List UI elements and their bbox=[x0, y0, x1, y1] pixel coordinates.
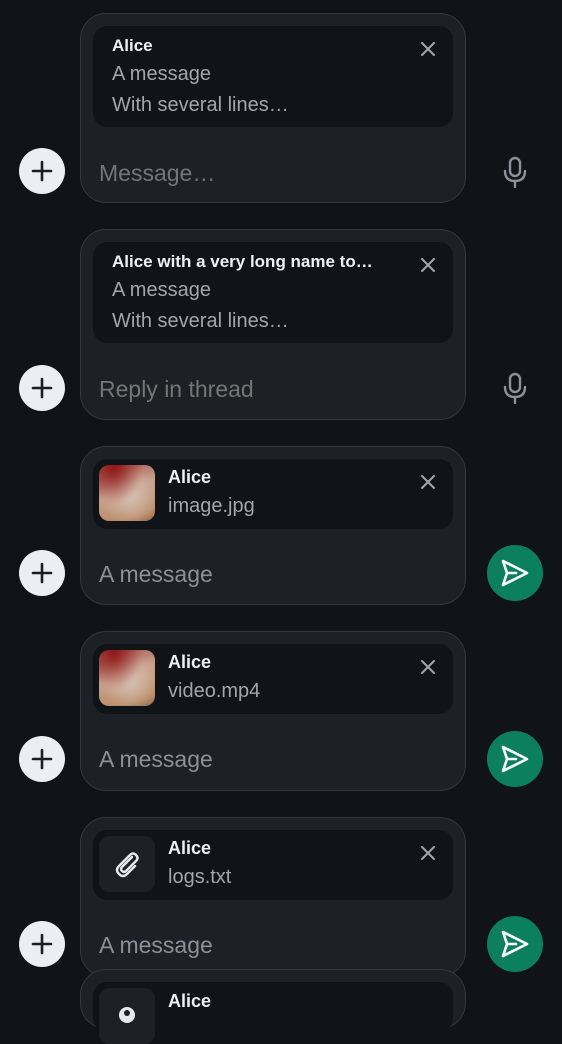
attachment-file-name: video.mp4 bbox=[168, 680, 261, 702]
add-attachment-button[interactable] bbox=[19, 736, 65, 782]
send-button[interactable] bbox=[487, 545, 543, 601]
attachment-file-name: logs.txt bbox=[168, 866, 232, 888]
send-icon bbox=[501, 745, 529, 773]
attachment-preview: Alice video.mp4 bbox=[93, 644, 453, 714]
microphone-button[interactable] bbox=[498, 155, 532, 189]
send-button[interactable] bbox=[487, 731, 543, 787]
plus-icon bbox=[31, 933, 53, 955]
attachment-sender-name: Alice bbox=[168, 652, 212, 672]
reply-sender-name: Alice bbox=[112, 36, 153, 55]
send-icon bbox=[501, 930, 529, 958]
attachment-preview: Alice image.jpg bbox=[93, 459, 453, 529]
composer-box: Alice A message With several lines… bbox=[80, 13, 466, 203]
plus-icon bbox=[31, 160, 53, 182]
plus-icon bbox=[31, 562, 53, 584]
add-attachment-button[interactable] bbox=[19, 550, 65, 596]
plus-icon bbox=[31, 377, 53, 399]
composer-box: Alice bbox=[80, 969, 466, 1044]
thread-reply-input[interactable] bbox=[99, 375, 429, 403]
microphone-icon bbox=[503, 156, 527, 188]
close-icon[interactable] bbox=[419, 844, 437, 862]
add-attachment-button[interactable] bbox=[19, 365, 65, 411]
reply-message-line: A message bbox=[112, 63, 211, 85]
microphone-button[interactable] bbox=[498, 371, 532, 405]
composer-box: Alice with a very long name to… A messag… bbox=[80, 229, 466, 420]
send-button[interactable] bbox=[487, 916, 543, 972]
message-input[interactable]: A message bbox=[99, 746, 213, 773]
attachment-sender-name: Alice bbox=[168, 991, 212, 1011]
composer-box: Alice video.mp4 A message bbox=[80, 631, 466, 791]
reply-message-line: With several lines… bbox=[112, 310, 289, 332]
close-icon[interactable] bbox=[419, 40, 437, 58]
attachment-preview: Alice bbox=[93, 982, 453, 1044]
paperclip-icon bbox=[115, 852, 139, 878]
reply-message-line: A message bbox=[112, 279, 211, 301]
close-icon[interactable] bbox=[419, 658, 437, 676]
composer-box: Alice logs.txt A message bbox=[80, 817, 466, 977]
file-thumbnail bbox=[99, 988, 155, 1044]
attachment-preview: Alice logs.txt bbox=[93, 830, 453, 900]
message-input[interactable] bbox=[99, 159, 429, 187]
image-thumbnail bbox=[99, 465, 155, 521]
reply-sender-name: Alice with a very long name to… bbox=[112, 252, 373, 271]
file-thumbnail bbox=[99, 836, 155, 892]
video-thumbnail bbox=[99, 650, 155, 706]
microphone-icon bbox=[503, 372, 527, 404]
message-input[interactable]: A message bbox=[99, 561, 213, 588]
message-input[interactable]: A message bbox=[99, 932, 213, 959]
reply-preview: Alice with a very long name to… A messag… bbox=[93, 242, 453, 343]
add-attachment-button[interactable] bbox=[19, 921, 65, 967]
plus-icon bbox=[31, 748, 53, 770]
attachment-sender-name: Alice bbox=[168, 467, 212, 487]
reply-preview: Alice A message With several lines… bbox=[93, 26, 453, 127]
send-icon bbox=[501, 559, 529, 587]
add-attachment-button[interactable] bbox=[19, 148, 65, 194]
attachment-sender-name: Alice bbox=[168, 838, 212, 858]
close-icon[interactable] bbox=[419, 473, 437, 491]
attachment-file-name: image.jpg bbox=[168, 495, 255, 517]
lock-icon bbox=[119, 1007, 135, 1023]
reply-message-line: With several lines… bbox=[112, 94, 289, 116]
close-icon[interactable] bbox=[419, 256, 437, 274]
composer-box: Alice image.jpg A message bbox=[80, 446, 466, 605]
